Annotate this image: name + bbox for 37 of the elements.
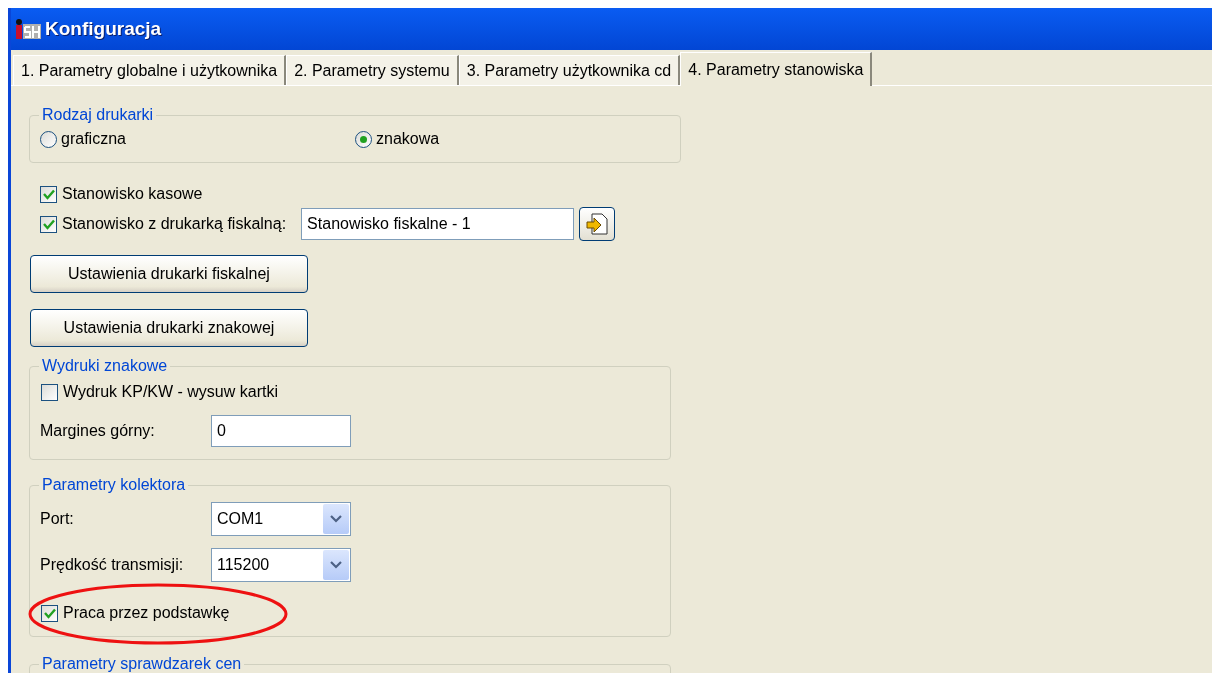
button[interactable]: Ustawienia drukarki fiskalnej [30, 255, 308, 293]
checkbox[interactable] [41, 604, 58, 622]
radio-button[interactable] [355, 130, 372, 148]
checkbox[interactable] [40, 215, 57, 233]
checkbox[interactable] [40, 185, 57, 203]
group-title: Rodzaj drukarki [41, 106, 155, 124]
dropdown[interactable]: 115200 [211, 548, 351, 582]
checkbox-label: Stanowisko kasowe [62, 185, 203, 203]
group-title: Wydruki znakowe [41, 357, 169, 375]
dropdown[interactable]: COM1 [211, 502, 351, 536]
dropdown-button[interactable] [323, 550, 349, 580]
button[interactable]: Ustawienia drukarki znakowej [30, 309, 308, 347]
checkbox[interactable] [41, 383, 58, 401]
window-title: Konfiguracja [45, 18, 162, 40]
app-logo-icon [15, 19, 41, 39]
tab[interactable]: 3. Parametry użytkownika cd [458, 55, 681, 85]
checkbox-label: Praca przez podstawkę [63, 604, 230, 622]
field-label: Port: [40, 510, 75, 528]
radio-label: znakowa [376, 130, 440, 148]
tab[interactable]: 2. Parametry systemu [286, 55, 459, 85]
checkbox-label: Wydruk KP/KW - wysuw kartki [63, 383, 278, 401]
tab[interactable]: 1. Parametry globalne i użytkownika [13, 55, 287, 85]
dropdown-button[interactable] [323, 504, 349, 534]
radio-button[interactable] [40, 130, 57, 148]
group-title: Parametry kolektora [41, 476, 187, 494]
text-field[interactable]: 0 [211, 415, 351, 447]
radio-label: graficzna [61, 130, 126, 148]
chevron-down-icon [330, 561, 342, 569]
text-field[interactable]: Stanowisko fiskalne - 1 [301, 208, 575, 240]
document-arrow-icon [585, 212, 610, 236]
tab[interactable]: 4. Parametry stanowiska [680, 52, 873, 86]
checkbox-label: Stanowisko z drukarką fiskalną: [62, 215, 287, 233]
field-label: Prędkość transmisji: [40, 556, 185, 574]
chevron-down-icon [330, 515, 342, 523]
field-label: Margines górny: [40, 422, 156, 440]
browse-button[interactable] [579, 207, 616, 241]
group-title: Parametry sprawdzarek cen [41, 655, 243, 673]
